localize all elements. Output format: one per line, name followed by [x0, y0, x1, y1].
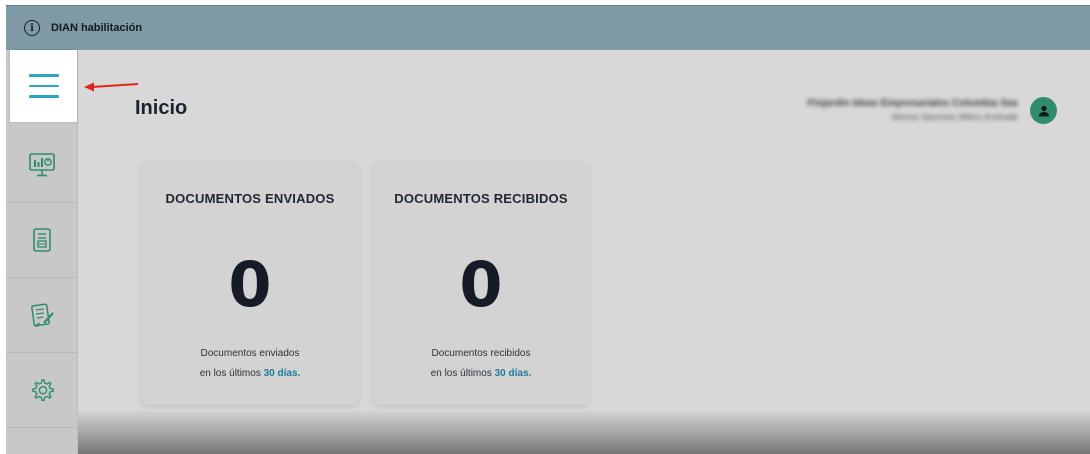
received-documents-card: DOCUMENTOS RECIBIDOS 0 Documentos recibi… [372, 162, 590, 405]
page-title: Inicio [135, 97, 188, 119]
caption-accent: 30 días [494, 368, 529, 379]
caption-line: en los últimos 30 días. [141, 364, 359, 384]
card-title: DOCUMENTOS ENVIADOS [165, 191, 335, 206]
hamburger-line [28, 84, 59, 88]
report-edit-icon [31, 303, 54, 327]
user-person-name: Alonso Sanchez Milico Andrade [891, 112, 1018, 122]
caption-prefix: en los últimos [199, 368, 261, 379]
card-value: 0 [459, 248, 503, 321]
caption-prefix: en los últimos [430, 368, 492, 379]
dashboard-monitor-icon [29, 153, 55, 177]
sidebar-item-settings[interactable] [6, 353, 78, 428]
caption-suffix: . [528, 368, 532, 379]
caption-line: Documentos recibidos [431, 348, 531, 359]
bottom-shadow [78, 410, 1090, 454]
caption-suffix: . [297, 368, 301, 379]
user-company-name: Finjardín Ideas Empresariales Colombia S… [807, 98, 1018, 109]
hamburger-line [28, 95, 59, 98]
red-arrow-annotation [84, 82, 139, 92]
caption-line: Documentos enviados [200, 348, 300, 359]
caption-line: en los últimos 30 días. [372, 364, 590, 384]
avatar[interactable] [1030, 97, 1057, 124]
sent-documents-card: DOCUMENTOS ENVIADOS 0 Documentos enviado… [141, 162, 359, 405]
hamburger-menu-button[interactable] [10, 50, 77, 122]
card-caption: Documentos recibidos en los últimos 30 d… [372, 344, 590, 384]
sidebar-item-dashboard[interactable] [6, 128, 78, 203]
card-value: 0 [228, 248, 272, 321]
user-info: Finjardín Ideas Empresariales Colombia S… [807, 98, 1018, 122]
sidebar [6, 50, 78, 454]
sidebar-item-reports[interactable] [6, 278, 78, 353]
sidebar-item-documents[interactable] [6, 203, 78, 278]
documents-icon [33, 228, 51, 252]
card-caption: Documentos enviados en los últimos 30 dí… [141, 344, 359, 384]
card-title: DOCUMENTOS RECIBIDOS [394, 191, 568, 206]
info-icon[interactable]: i [24, 20, 40, 36]
hamburger-line [28, 74, 59, 77]
gear-icon [32, 379, 54, 402]
caption-accent: 30 días [263, 368, 298, 379]
app-window: i DIAN habilitación Inicio Finjardín Ide… [6, 5, 1090, 454]
top-bar: i DIAN habilitación [6, 5, 1090, 50]
user-icon [1038, 105, 1049, 116]
top-bar-title: DIAN habilitación [51, 22, 143, 34]
